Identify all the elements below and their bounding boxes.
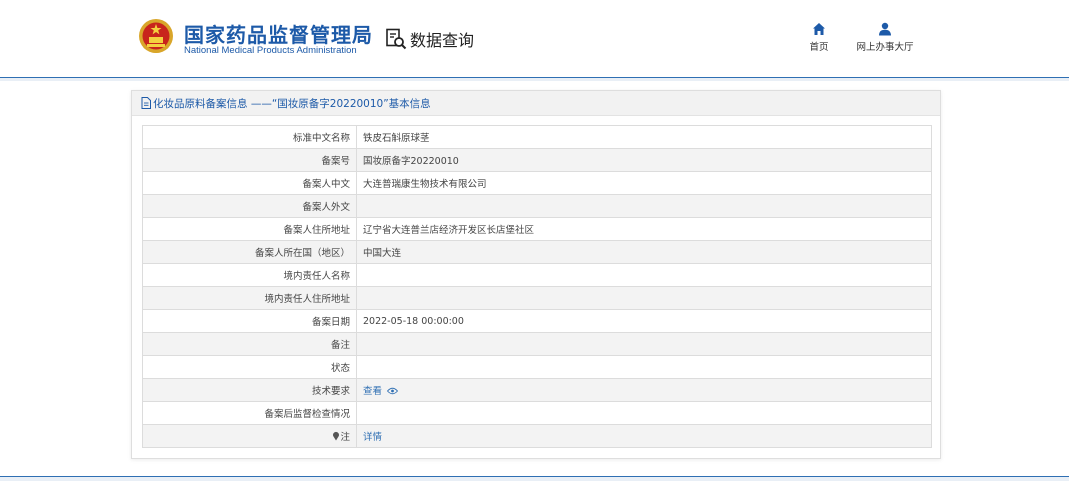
field-label: 备案人所在国（地区） <box>142 240 357 264</box>
document-icon <box>141 97 151 109</box>
field-value <box>356 286 932 310</box>
field-label: 备案人外文 <box>142 194 357 218</box>
details-link[interactable]: 详情 <box>363 432 382 443</box>
search-document-icon <box>386 28 407 50</box>
field-label: 备注 <box>142 332 357 356</box>
table-row: 备案人住所地址 辽宁省大连普兰店经济开发区长店堡社区 <box>142 217 932 241</box>
record-table: 标准中文名称 铁皮石斛原球茎 备案号 国妆原备字20220010 备案人中文 大… <box>142 125 932 448</box>
field-label: 备案日期 <box>142 309 357 333</box>
table-row: 备案日期 2022-05-18 00:00:00 <box>142 309 932 333</box>
table-row: 标准中文名称 铁皮石斛原球茎 <box>142 125 932 149</box>
field-label: 备案人中文 <box>142 171 357 195</box>
table-row: 技术要求 查看 <box>142 378 932 402</box>
table-row: 境内责任人名称 <box>142 263 932 287</box>
field-value <box>356 355 932 379</box>
field-value <box>356 194 932 218</box>
field-value: 辽宁省大连普兰店经济开发区长店堡社区 <box>356 217 932 241</box>
field-value: 铁皮石斛原球茎 <box>356 125 932 149</box>
table-row: 境内责任人住所地址 <box>142 286 932 310</box>
field-value <box>356 332 932 356</box>
table-row: 备案号 国妆原备字20220010 <box>142 148 932 172</box>
table-row: 备案人外文 <box>142 194 932 218</box>
note-label: 注 <box>340 432 350 443</box>
site-subtitle[interactable]: National Medical Products Administration <box>184 45 357 56</box>
field-label: 标准中文名称 <box>142 125 357 149</box>
table-row: 备注 <box>142 332 932 356</box>
field-label: 境内责任人名称 <box>142 263 357 287</box>
field-label: 境内责任人住所地址 <box>142 286 357 310</box>
nav-online-service-hall[interactable]: 网上办事大厅 <box>855 22 915 53</box>
table-row: 备案人中文 大连普瑞康生物技术有限公司 <box>142 171 932 195</box>
table-row: 备案人所在国（地区） 中国大连 <box>142 240 932 264</box>
site-title[interactable]: 国家药品监督管理局 <box>184 19 373 48</box>
nav-home[interactable]: 首页 <box>789 22 849 53</box>
field-value <box>356 401 932 425</box>
view-technical-requirements-link[interactable]: 查看 <box>363 386 382 397</box>
record-panel: 化妆品原料备案信息 ——“国妆原备字20220010”基本信息 标准中文名称 铁… <box>131 90 941 459</box>
user-icon <box>879 22 891 36</box>
field-value-cell: 详情 <box>356 424 932 448</box>
nav-online-service-hall-label: 网上办事大厅 <box>856 42 914 53</box>
field-value-cell: 查看 <box>356 378 932 402</box>
eye-icon[interactable] <box>386 387 399 395</box>
field-value: 2022-05-18 00:00:00 <box>356 309 932 333</box>
footer-divider <box>0 476 1069 481</box>
field-label: 技术要求 <box>142 378 357 402</box>
header-divider <box>0 78 1069 81</box>
field-label: 备案人住所地址 <box>142 217 357 241</box>
panel-title: 化妆品原料备案信息 ——“国妆原备字20220010”基本信息 <box>153 97 431 110</box>
field-value: 中国大连 <box>356 240 932 264</box>
field-label: 状态 <box>142 355 357 379</box>
national-emblem-icon[interactable] <box>138 17 174 55</box>
table-row: 备案后监督检查情况 <box>142 401 932 425</box>
data-query-label: 数据查询 <box>410 31 475 50</box>
data-query-link[interactable]: 数据查询 <box>385 27 474 51</box>
table-row: 状态 <box>142 355 932 379</box>
site-header: 国家药品监督管理局 National Medical Products Admi… <box>0 0 1069 78</box>
field-label: 备案后监督检查情况 <box>142 401 357 425</box>
field-value: 国妆原备字20220010 <box>356 148 932 172</box>
table-row: 注 详情 <box>142 424 932 448</box>
home-icon <box>813 23 825 35</box>
field-label: 备案号 <box>142 148 357 172</box>
field-label-cell: 注 <box>142 424 357 448</box>
nav-home-label: 首页 <box>809 42 829 53</box>
field-value: 大连普瑞康生物技术有限公司 <box>356 171 932 195</box>
panel-header: 化妆品原料备案信息 ——“国妆原备字20220010”基本信息 <box>132 91 940 116</box>
field-value <box>356 263 932 287</box>
